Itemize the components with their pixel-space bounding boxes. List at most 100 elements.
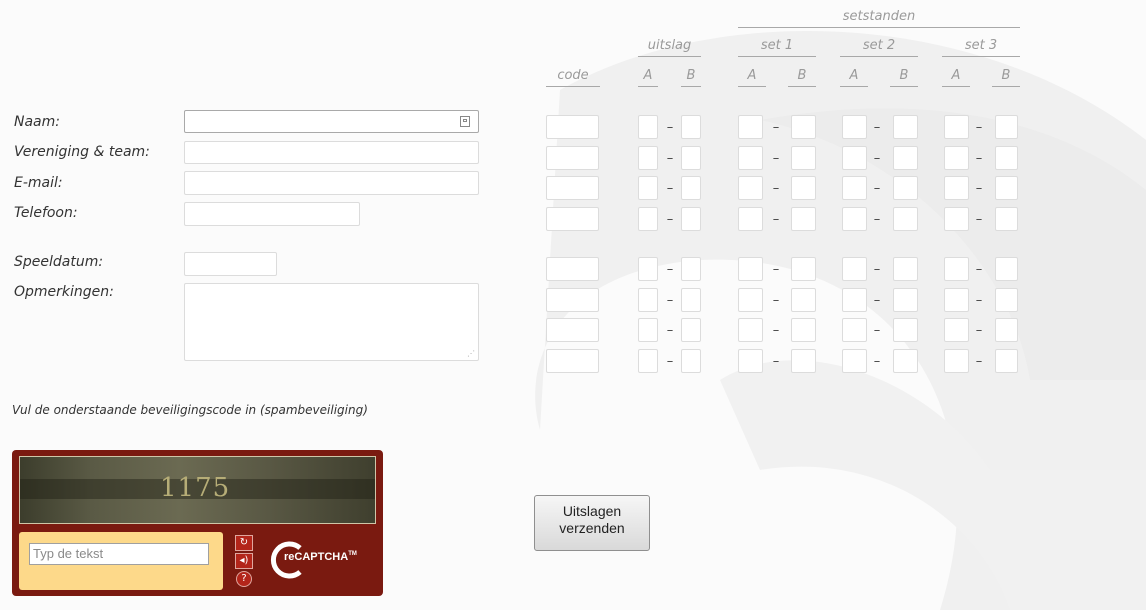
code-field[interactable] (546, 318, 599, 342)
set2-a-field[interactable] (842, 146, 867, 170)
uitslag-a-field[interactable] (638, 257, 658, 281)
set3-dash: – (975, 262, 983, 277)
set3-b-field[interactable] (995, 207, 1018, 231)
set2-a-field[interactable] (842, 349, 867, 373)
set2-a-field[interactable] (842, 288, 867, 312)
set2-header: set 2 (840, 38, 918, 57)
code-field[interactable] (546, 349, 599, 373)
uitslag-b-field[interactable] (681, 115, 701, 139)
uitslag-a-field[interactable] (638, 288, 658, 312)
set3-a-field[interactable] (944, 115, 969, 139)
captcha-input-area: Typ de tekst (19, 532, 223, 590)
set1-a-field[interactable] (738, 257, 763, 281)
set2-b-field[interactable] (893, 207, 918, 231)
set1-b-field[interactable] (791, 207, 816, 231)
club-team-field[interactable] (184, 141, 479, 164)
set3-b-field[interactable] (995, 318, 1018, 342)
resize-grip-icon[interactable]: ⋰ (467, 350, 475, 358)
uitslag-b-field[interactable] (681, 146, 701, 170)
contact-card-icon[interactable] (460, 116, 470, 127)
set2-a-field[interactable] (842, 257, 867, 281)
code-field[interactable] (546, 115, 599, 139)
uitslag-b-field[interactable] (681, 349, 701, 373)
play-date-field[interactable] (184, 252, 277, 276)
email-field[interactable] (184, 171, 479, 195)
email-label: E-mail: (14, 175, 63, 191)
set2-a-field[interactable] (842, 318, 867, 342)
set2-dash: – (873, 293, 881, 308)
set1-a-field[interactable] (738, 176, 763, 200)
uitslag-a-field[interactable] (638, 176, 658, 200)
submit-results-button[interactable]: Uitslagen verzenden (534, 495, 650, 551)
set1-a-header: A (738, 68, 766, 87)
code-field[interactable] (546, 176, 599, 200)
set3-b-field[interactable] (995, 288, 1018, 312)
set3-b-field[interactable] (995, 257, 1018, 281)
uitslag-a-field[interactable] (638, 349, 658, 373)
set1-b-field[interactable] (791, 176, 816, 200)
set2-b-header: B (890, 68, 918, 87)
set1-b-field[interactable] (791, 257, 816, 281)
set2-b-field[interactable] (893, 318, 918, 342)
set1-b-field[interactable] (791, 115, 816, 139)
name-field[interactable] (184, 110, 479, 133)
set3-b-field[interactable] (995, 115, 1018, 139)
uitslag-b-field[interactable] (681, 318, 701, 342)
set1-b-field[interactable] (791, 146, 816, 170)
uitslag-b-field[interactable] (681, 288, 701, 312)
uitslag-dash: – (666, 181, 674, 196)
set1-a-field[interactable] (738, 207, 763, 231)
refresh-icon[interactable]: ↻ (235, 535, 253, 551)
code-field[interactable] (546, 288, 599, 312)
set2-b-field[interactable] (893, 176, 918, 200)
set2-a-field[interactable] (842, 207, 867, 231)
set3-a-field[interactable] (944, 257, 969, 281)
captcha-image-text: 1175 (160, 473, 231, 503)
set2-b-field[interactable] (893, 257, 918, 281)
uitslag-a-field[interactable] (638, 207, 658, 231)
set1-a-field[interactable] (738, 349, 763, 373)
set3-a-field[interactable] (944, 318, 969, 342)
audio-icon[interactable]: ◂) (235, 553, 253, 569)
set1-b-field[interactable] (791, 288, 816, 312)
uitslag-a-header: A (638, 68, 658, 87)
set1-b-field[interactable] (791, 349, 816, 373)
set2-a-field[interactable] (842, 115, 867, 139)
set1-a-field[interactable] (738, 318, 763, 342)
help-icon[interactable]: ? (236, 571, 252, 587)
uitslag-b-field[interactable] (681, 207, 701, 231)
set3-a-field[interactable] (944, 176, 969, 200)
code-field[interactable] (546, 207, 599, 231)
submit-label-line2: verzenden (559, 520, 625, 536)
set3-a-field[interactable] (944, 349, 969, 373)
set2-a-field[interactable] (842, 176, 867, 200)
set2-b-field[interactable] (893, 115, 918, 139)
set3-b-field[interactable] (995, 176, 1018, 200)
set1-a-field[interactable] (738, 288, 763, 312)
code-field[interactable] (546, 146, 599, 170)
phone-field[interactable] (184, 202, 360, 226)
set2-b-field[interactable] (893, 146, 918, 170)
uitslag-a-field[interactable] (638, 318, 658, 342)
set1-a-field[interactable] (738, 115, 763, 139)
uitslag-a-field[interactable] (638, 146, 658, 170)
set1-b-field[interactable] (791, 318, 816, 342)
set1-a-field[interactable] (738, 146, 763, 170)
set2-b-field[interactable] (893, 349, 918, 373)
set1-b-header: B (788, 68, 816, 87)
set3-b-field[interactable] (995, 146, 1018, 170)
set2-b-field[interactable] (893, 288, 918, 312)
remarks-textarea[interactable]: ⋰ (184, 283, 479, 361)
set3-a-field[interactable] (944, 146, 969, 170)
code-field[interactable] (546, 257, 599, 281)
remarks-label: Opmerkingen: (14, 284, 114, 300)
set3-a-field[interactable] (944, 288, 969, 312)
uitslag-b-field[interactable] (681, 176, 701, 200)
captcha-input[interactable]: Typ de tekst (29, 543, 209, 565)
code-header: code (546, 68, 600, 87)
set3-a-field[interactable] (944, 207, 969, 231)
uitslag-b-field[interactable] (681, 257, 701, 281)
uitslag-dash: – (666, 293, 674, 308)
set3-b-field[interactable] (995, 349, 1018, 373)
uitslag-a-field[interactable] (638, 115, 658, 139)
